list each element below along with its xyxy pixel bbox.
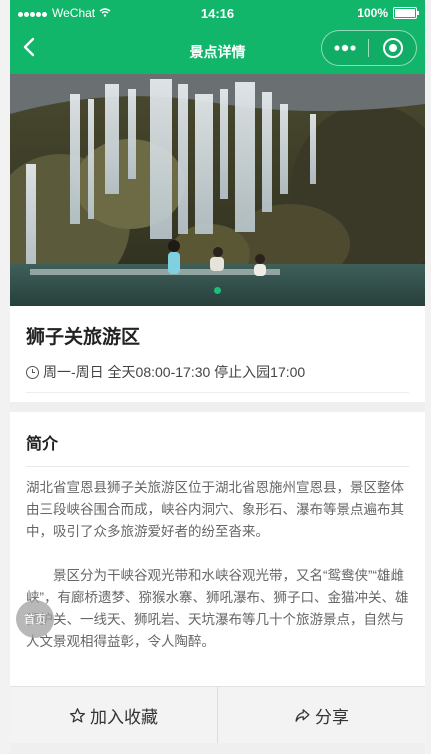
divider	[26, 466, 409, 467]
battery-percent: 100%	[357, 6, 388, 20]
spot-name: 狮子关旅游区	[26, 327, 141, 348]
intro-paragraph: 景区分为干峡谷观光带和水峡谷观光带，又名“鸳鸯侠”“雄雌峡”，有廊桥遗梦、猕猴水…	[26, 568, 409, 649]
nav-bar: 景点详情	[10, 26, 425, 74]
clock-icon	[26, 365, 39, 379]
waterfall-photo	[10, 74, 425, 306]
home-float-label: 首页	[24, 614, 46, 626]
favorite-button[interactable]: 加入收藏	[10, 687, 218, 743]
divider	[26, 392, 409, 393]
more-dots-icon	[334, 44, 356, 52]
app-frame: WeChat 14:16 100% 景点详情 狮子关旅游区 周一-周日 全天08…	[10, 0, 425, 754]
spot-info-card: 狮子关旅游区 周一-周日 全天08:00-17:30 停止入园17:00	[10, 306, 425, 402]
battery-icon	[393, 7, 419, 19]
bottom-action-bar: 加入收藏 分享	[10, 686, 425, 743]
share-icon	[295, 708, 310, 722]
share-label: 分享	[315, 707, 349, 727]
opening-hours: 周一-周日 全天08:00-17:30 停止入园17:00	[26, 362, 409, 382]
intro-paragraph: 湖北省宣恩县狮子关旅游区位于湖北省恩施州宣恩县，景区整体由三段峡谷围合而成，峡谷…	[26, 480, 404, 539]
intro-heading: 简介	[26, 436, 59, 453]
carousel-indicator[interactable]	[214, 287, 221, 294]
star-icon	[69, 707, 86, 723]
opening-hours-text: 周一-周日 全天08:00-17:30 停止入园17:00	[43, 364, 306, 380]
banner-image[interactable]	[10, 74, 425, 306]
status-bar: WeChat 14:16 100%	[10, 0, 425, 26]
favorite-label: 加入收藏	[90, 707, 158, 727]
more-button[interactable]	[322, 39, 368, 57]
target-icon	[382, 38, 403, 58]
share-button[interactable]: 分享	[218, 687, 425, 743]
close-button[interactable]	[369, 38, 416, 58]
mini-program-capsule	[321, 30, 417, 66]
intro-card: 简介 湖北省宣恩县狮子关旅游区位于湖北省恩施州宣恩县，景区整体由三段峡谷围合而成…	[10, 412, 425, 730]
home-float-button[interactable]: 首页	[16, 600, 54, 638]
